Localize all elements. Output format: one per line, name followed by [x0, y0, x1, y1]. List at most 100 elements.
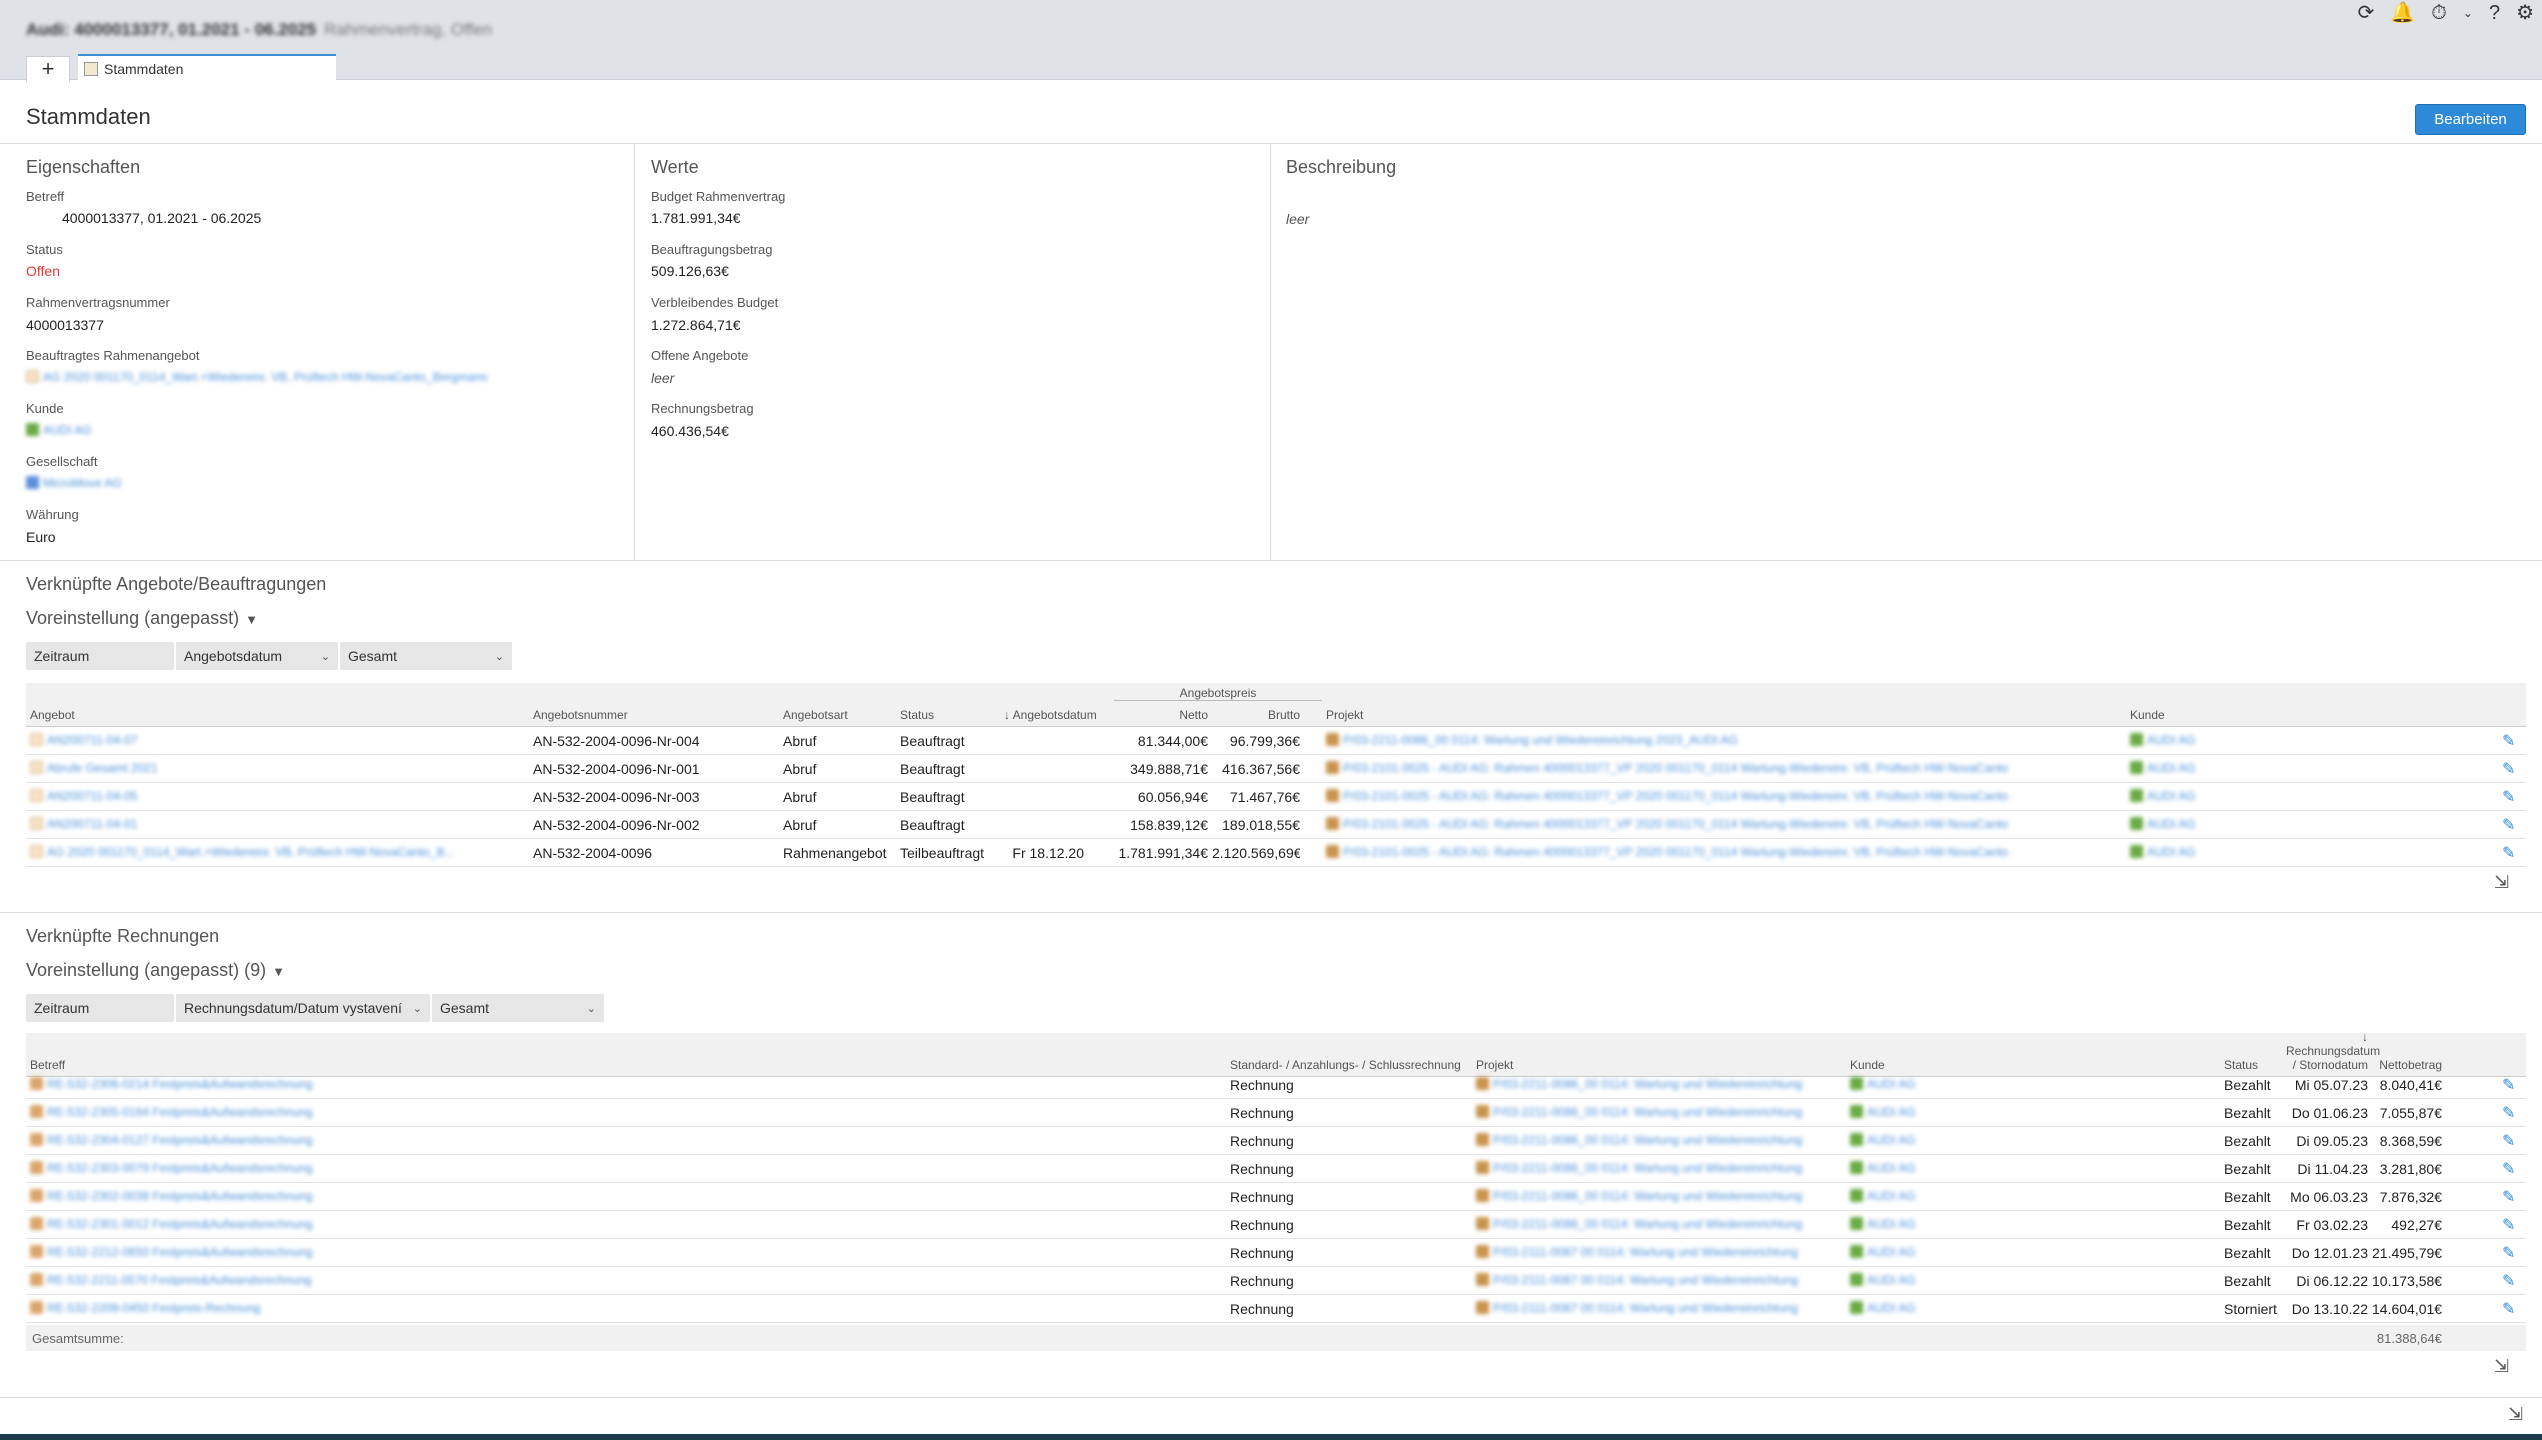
col-status[interactable]: Status	[2224, 1058, 2258, 1072]
col-projekt[interactable]: Projekt	[1476, 1058, 1513, 1072]
kunde-link[interactable]: AUDI AG	[1850, 1105, 2210, 1119]
projekt-link[interactable]: P/03-2111-0087 00 0114: Wartung und Wied…	[1476, 1273, 1840, 1287]
gesellschaft-link[interactable]: MicroMove AG	[26, 476, 122, 490]
projekt-link[interactable]: P/03-2101-0025 - AUDI AG: Rahmen 4000013…	[1326, 845, 2120, 859]
angebote-preset-dropdown[interactable]: Voreinstellung (angepasst) ▼	[26, 608, 258, 629]
col-netto[interactable]: Netto	[1126, 708, 1208, 722]
col-projekt[interactable]: Projekt	[1326, 708, 1363, 722]
projekt-link[interactable]: P/03-2101-0025 - AUDI AG: Rahmen 4000013…	[1326, 817, 2120, 831]
stopwatch-icon[interactable]: ⏱	[2431, 2, 2447, 24]
col-rechnungsdatum[interactable]: ↓ Rechnungsdatum	[2286, 1030, 2380, 1058]
betreff-link[interactable]: RE-532-2306-0214 Festpreis&Aufwandsrechn…	[30, 1077, 1220, 1091]
angebot-link[interactable]: AN200711-04-01	[30, 817, 526, 831]
bell-icon[interactable]: 🔔	[2390, 2, 2415, 24]
projekt-link[interactable]: P/03-2101-0025 - AUDI AG: Rahmen 4000013…	[1326, 789, 2120, 803]
kunde-link[interactable]: AUDI AG	[1850, 1161, 2210, 1175]
table-row[interactable]: RE-532-2305-0164 Festpreis&Aufwandsrechn…	[26, 1099, 2526, 1127]
table-row[interactable]: AN200711-04-01 AN-532-2004-0096-Nr-002 Abr…	[26, 811, 2526, 839]
edit-icon[interactable]: ✎	[2502, 731, 2515, 751]
kunde-link[interactable]: AUDI AG	[26, 423, 92, 437]
col-betreff[interactable]: Betreff	[30, 1058, 65, 1072]
gesamt-select[interactable]: Gesamt ⌄	[432, 994, 604, 1022]
help-icon[interactable]: ?	[2489, 2, 2500, 24]
table-row[interactable]: AN200711-04-07 AN-532-2004-0096-Nr-004 Abr…	[26, 727, 2526, 755]
table-row[interactable]: RE-532-2209-0450 Festpreis-Rechnung Rechn…	[26, 1295, 2526, 1323]
col-angebotsdatum[interactable]: ↓ Angebotsdatum	[1004, 708, 1097, 722]
edit-button[interactable]: Bearbeiten	[2415, 104, 2526, 135]
edit-icon[interactable]: ✎	[2502, 1215, 2515, 1235]
projekt-link[interactable]: P/03-2211-0086_00 0114: Wartung und Wied…	[1476, 1133, 1840, 1147]
rahmenangebot-link[interactable]: AG 2020 001170_0114_Wart.+Wiedereinr. VB…	[26, 370, 488, 384]
edit-icon[interactable]: ✎	[2502, 1131, 2515, 1151]
tab-stammdaten[interactable]: Stammdaten	[78, 54, 336, 82]
col-stornodatum[interactable]: / Stornodatum	[2286, 1058, 2368, 1072]
edit-icon[interactable]: ✎	[2502, 1299, 2515, 1319]
col-angebotsart[interactable]: Angebotsart	[783, 708, 848, 722]
edit-icon[interactable]: ✎	[2502, 1159, 2515, 1179]
kunde-link[interactable]: AUDI AG	[1850, 1217, 2210, 1231]
betreff-link[interactable]: RE-532-2304-0127 Festpreis&Aufwandsrechn…	[30, 1133, 1220, 1147]
betreff-link[interactable]: RE-532-2301-0012 Festpreis&Aufwandsrechn…	[30, 1217, 1220, 1231]
projekt-link[interactable]: P/03-2211-0086_00 0114: Wartung und Wied…	[1476, 1077, 1840, 1091]
export-icon[interactable]: ⇲	[2494, 872, 2509, 893]
kunde-link[interactable]: AUDI AG	[1850, 1301, 2210, 1315]
projekt-link[interactable]: P/03-2211-0086_00 0114: Wartung und Wied…	[1476, 1105, 1840, 1119]
edit-icon[interactable]: ✎	[2502, 759, 2515, 779]
add-tab-button[interactable]: +	[26, 56, 70, 82]
col-status[interactable]: Status	[900, 708, 934, 722]
kunde-link[interactable]: AUDI AG	[2130, 733, 2330, 747]
table-row[interactable]: Abrufe Gesamt 2021 AN-532-2004-0096-Nr-00…	[26, 755, 2526, 783]
col-rechnungstyp[interactable]: Standard- / Anzahlungs- / Schlussrechnun…	[1230, 1058, 1461, 1072]
rechnungsdatum-select[interactable]: Rechnungsdatum/Datum vystavení ⌄	[176, 994, 432, 1022]
betreff-link[interactable]: RE-532-2303-0079 Festpreis&Aufwandsrechn…	[30, 1161, 1220, 1175]
edit-icon[interactable]: ✎	[2502, 1271, 2515, 1291]
kunde-link[interactable]: AUDI AG	[1850, 1273, 2210, 1287]
angebot-link[interactable]: Abrufe Gesamt 2021	[30, 761, 526, 775]
projekt-link[interactable]: P/03-2211-0086_00 0114: Wartung und Wied…	[1476, 1161, 1840, 1175]
edit-icon[interactable]: ✎	[2502, 1243, 2515, 1263]
kunde-link[interactable]: AUDI AG	[2130, 789, 2330, 803]
projekt-link[interactable]: P/03-2111-0087 00 0114: Wartung und Wied…	[1476, 1301, 1840, 1315]
table-row[interactable]: RE-532-2306-0214 Festpreis&Aufwandsrechn…	[26, 1071, 2526, 1099]
edit-icon[interactable]: ✎	[2502, 1103, 2515, 1123]
col-nettobetrag[interactable]: Nettobetrag	[2372, 1058, 2442, 1072]
projekt-link[interactable]: P/03-2211-0086_00 0114: Wartung und Wied…	[1476, 1217, 1840, 1231]
table-row[interactable]: RE-532-2302-0038 Festpreis&Aufwandsrechn…	[26, 1183, 2526, 1211]
col-kunde[interactable]: Kunde	[1850, 1058, 1885, 1072]
edit-icon[interactable]: ✎	[2502, 1187, 2515, 1207]
kunde-link[interactable]: AUDI AG	[2130, 845, 2330, 859]
angebot-link[interactable]: AN200711-04-05	[30, 789, 526, 803]
export-icon[interactable]: ⇲	[2494, 1356, 2509, 1377]
betreff-link[interactable]: RE-532-2211-0570 Festpreis&Aufwandsrechn…	[30, 1273, 1220, 1287]
col-brutto[interactable]: Brutto	[1216, 708, 1300, 722]
projekt-link[interactable]: P/03-2101-0025 - AUDI AG: Rahmen 4000013…	[1326, 761, 2120, 775]
edit-icon[interactable]: ✎	[2502, 815, 2515, 835]
col-angebot[interactable]: Angebot	[30, 708, 75, 722]
table-row[interactable]: AG 2020 001170_0114_Wart.+Wiedereinr. VB…	[26, 839, 2526, 867]
edit-icon[interactable]: ✎	[2502, 1075, 2515, 1095]
table-row[interactable]: RE-532-2212-0650 Festpreis&Aufwandsrechn…	[26, 1239, 2526, 1267]
edit-icon[interactable]: ✎	[2502, 787, 2515, 807]
kunde-link[interactable]: AUDI AG	[1850, 1245, 2210, 1259]
betreff-link[interactable]: RE-532-2302-0038 Festpreis&Aufwandsrechn…	[30, 1189, 1220, 1203]
rechnungen-preset-dropdown[interactable]: Voreinstellung (angepasst) (9) ▼	[26, 960, 285, 981]
betreff-link[interactable]: RE-532-2212-0650 Festpreis&Aufwandsrechn…	[30, 1245, 1220, 1259]
chevron-down-icon[interactable]: ⌄	[2463, 2, 2473, 24]
edit-icon[interactable]: ✎	[2502, 843, 2515, 863]
export-icon[interactable]: ⇲	[2508, 1404, 2523, 1425]
gesamt-select[interactable]: Gesamt ⌄	[340, 642, 512, 670]
kunde-link[interactable]: AUDI AG	[1850, 1077, 2210, 1091]
kunde-link[interactable]: AUDI AG	[1850, 1189, 2210, 1203]
col-angebotsnummer[interactable]: Angebotsnummer	[533, 708, 628, 722]
angebot-link[interactable]: AG 2020 001170_0114_Wart.+Wiedereinr. VB…	[30, 845, 526, 859]
table-row[interactable]: RE-532-2303-0079 Festpreis&Aufwandsrechn…	[26, 1155, 2526, 1183]
projekt-link[interactable]: P/03-2211-0086_00 0114: Wartung und Wied…	[1476, 1189, 1840, 1203]
col-kunde[interactable]: Kunde	[2130, 708, 2165, 722]
kunde-link[interactable]: AUDI AG	[1850, 1133, 2210, 1147]
projekt-link[interactable]: P/03-2111-0087 00 0114: Wartung und Wied…	[1476, 1245, 1840, 1259]
table-row[interactable]: RE-532-2304-0127 Festpreis&Aufwandsrechn…	[26, 1127, 2526, 1155]
refresh-icon[interactable]: ⟳	[2358, 2, 2375, 24]
kunde-link[interactable]: AUDI AG	[2130, 817, 2330, 831]
betreff-link[interactable]: RE-532-2209-0450 Festpreis-Rechnung	[30, 1301, 1220, 1315]
projekt-link[interactable]: P/03-2211-0086_00 0114: Wartung und Wied…	[1326, 733, 2120, 747]
